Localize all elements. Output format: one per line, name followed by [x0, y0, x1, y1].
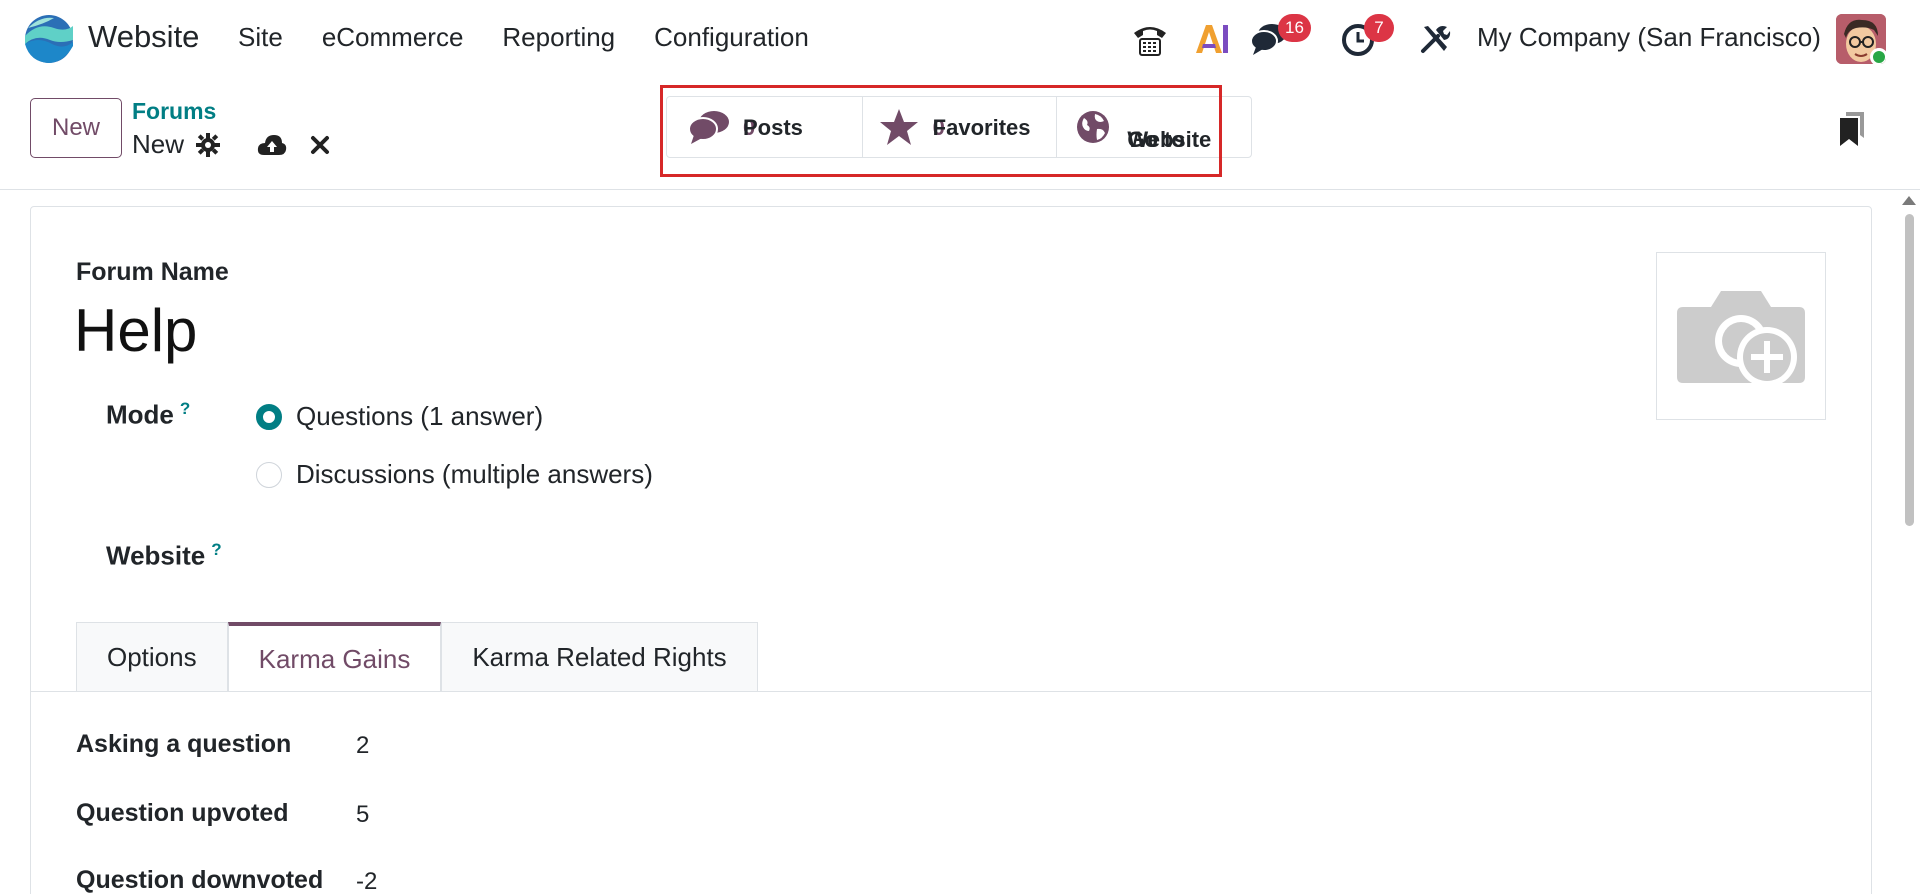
tab-options[interactable]: Options: [76, 622, 228, 692]
karma-asking-label: Asking a question: [76, 730, 292, 758]
scroll-up-arrow-icon[interactable]: [1902, 196, 1916, 205]
highlight-box: [660, 85, 1222, 177]
forum-name-input[interactable]: Help: [74, 296, 197, 365]
tab-karma-gains[interactable]: Karma Gains: [227, 622, 442, 692]
activities-count-badge: 7: [1364, 14, 1394, 42]
company-switcher[interactable]: My Company (San Francisco): [1477, 22, 1821, 53]
messages-count-badge: 16: [1278, 14, 1311, 42]
form-sheet: [30, 206, 1872, 894]
tab-divider: [31, 691, 1871, 692]
website-app-logo-icon[interactable]: [24, 14, 74, 64]
new-button[interactable]: New: [30, 98, 122, 158]
karma-downvoted-value[interactable]: -2: [356, 868, 377, 894]
karma-upvoted-value[interactable]: 5: [356, 801, 369, 829]
menu-item-configuration[interactable]: Configuration: [654, 22, 809, 53]
karma-downvoted-label: Question downvoted: [76, 866, 324, 894]
gear-icon[interactable]: [194, 131, 222, 159]
menu-item-site[interactable]: Site: [238, 22, 283, 53]
ai-icon[interactable]: [1192, 14, 1232, 64]
forum-image-upload[interactable]: [1656, 252, 1826, 420]
discard-close-icon[interactable]: [306, 131, 334, 159]
top-navbar: Website Site eCommerce Reporting Configu…: [0, 0, 1920, 78]
menu-item-reporting[interactable]: Reporting: [502, 22, 615, 53]
phone-icon[interactable]: [1130, 14, 1170, 64]
mode-option-discussions[interactable]: Discussions (multiple answers): [256, 459, 653, 490]
mode-option-discussions-label: Discussions (multiple answers): [296, 459, 653, 489]
bookmark-icon[interactable]: [1838, 112, 1866, 148]
karma-asking-value[interactable]: 2: [356, 732, 369, 760]
main-menu: Site eCommerce Reporting Configuration: [238, 22, 848, 53]
scrollbar-thumb[interactable]: [1905, 214, 1914, 526]
tab-karma-related-rights[interactable]: Karma Related Rights: [441, 622, 758, 692]
user-avatar[interactable]: [1836, 14, 1886, 64]
breadcrumb-forums[interactable]: Forums: [132, 98, 216, 125]
notebook-tabs: Options Karma Gains Karma Related Rights: [76, 622, 758, 692]
save-cloud-icon[interactable]: [256, 131, 288, 159]
website-label-text: Website: [106, 540, 206, 571]
website-help-icon[interactable]: ?: [211, 540, 221, 559]
tools-icon[interactable]: [1418, 14, 1458, 64]
website-label: Website?: [106, 540, 222, 572]
app-name[interactable]: Website: [88, 19, 199, 55]
mode-option-questions[interactable]: Questions (1 answer): [256, 401, 543, 432]
mode-option-questions-label: Questions (1 answer): [296, 401, 544, 431]
breadcrumb-current: New: [132, 129, 185, 159]
camera-add-icon: [1677, 291, 1805, 387]
karma-upvoted-label: Question upvoted: [76, 799, 289, 827]
mode-label-text: Mode: [106, 399, 174, 430]
forum-name-label: Forum Name: [76, 258, 229, 286]
radio-unchecked-icon[interactable]: [256, 461, 282, 488]
mode-help-icon[interactable]: ?: [180, 399, 190, 418]
menu-item-ecommerce[interactable]: eCommerce: [322, 22, 464, 53]
online-status-icon: [1870, 48, 1886, 64]
mode-label: Mode?: [106, 399, 190, 431]
radio-checked-icon[interactable]: [256, 403, 282, 430]
